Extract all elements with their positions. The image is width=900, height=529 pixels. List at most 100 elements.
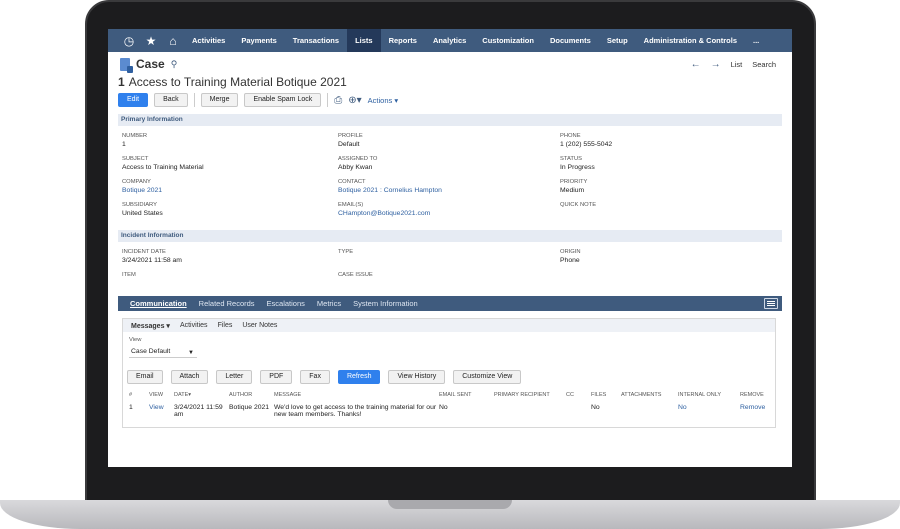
letter-button[interactable]: Letter (216, 370, 253, 384)
field-profile: Profile Default (338, 133, 363, 148)
column-files[interactable]: Files (591, 392, 621, 398)
tab-communication[interactable]: Communication (124, 296, 193, 311)
tab-activities[interactable]: Activities (176, 322, 212, 329)
home-icon[interactable]: ⌂ (162, 29, 184, 52)
email-link[interactable]: CHampton@Botique2021.com (338, 209, 560, 219)
tab-escalations[interactable]: Escalations (261, 296, 311, 311)
top-navigation: ◷ ★ ⌂ Activities Payments Transactions L… (108, 29, 792, 52)
column-message[interactable]: Message (274, 392, 439, 398)
column-date[interactable]: Date▾ (174, 392, 229, 398)
row-files: No (591, 404, 600, 411)
next-arrow-icon[interactable]: → (711, 59, 721, 70)
row-remove-link[interactable]: Remove (740, 404, 780, 418)
field-case-issue: Case Issue (338, 272, 373, 278)
field-incident-date: Incident Date 3/24/2021 11:58 am (122, 249, 182, 264)
nav-activities[interactable]: Activities (184, 29, 233, 52)
nav-lists[interactable]: Lists (347, 29, 381, 52)
row-cc (566, 404, 591, 418)
nav-documents[interactable]: Documents (542, 29, 599, 52)
tab-user-notes[interactable]: User Notes (238, 322, 281, 329)
incident-information-fields: Incident Date 3/24/2021 11:58 am Type Ori… (122, 248, 780, 294)
print-icon[interactable]: ⎙ (334, 95, 342, 106)
column-attachments[interactable]: Attachments (621, 392, 678, 398)
field-contact: Contact Botique 2021 : Cornelius Hampton (338, 178, 560, 201)
row-message: We'd love to get access to the training … (274, 404, 437, 418)
field-origin: Origin Phone (560, 249, 581, 264)
column-view[interactable]: View (149, 392, 174, 398)
column-primary-recipient[interactable]: Primary Recipient (494, 392, 566, 398)
contact-link[interactable]: Botique 2021 : Cornelius Hampton (338, 186, 560, 196)
enable-spam-lock-button[interactable]: Enable Spam Lock (244, 93, 322, 107)
previous-arrow-icon[interactable]: ← (691, 59, 701, 70)
field-status: Status In Progress (560, 156, 595, 171)
incident-information-header[interactable]: Incident Information (118, 230, 782, 242)
view-history-button[interactable]: View History (388, 370, 446, 384)
nav-administration[interactable]: Administration & Controls (636, 29, 745, 52)
communication-inner-tabs: Messages ▾ Activities Files User Notes (123, 319, 775, 332)
list-link[interactable]: List (731, 60, 743, 69)
column-remove[interactable]: Remove (740, 392, 780, 398)
row-recipient (494, 404, 566, 418)
tab-messages[interactable]: Messages ▾ (127, 322, 174, 330)
fax-button[interactable]: Fax (300, 370, 330, 384)
column-number[interactable]: # (129, 392, 149, 398)
field-priority: Priority Medium (560, 179, 588, 194)
nav-more[interactable]: ... (745, 29, 767, 52)
field-item: Item (122, 272, 136, 278)
nav-transactions[interactable]: Transactions (285, 29, 347, 52)
field-subsidiary: Subsidiary United States (122, 202, 163, 217)
actions-menu[interactable]: Actions ▾ (368, 96, 398, 105)
tab-system-information[interactable]: System Information (347, 296, 424, 311)
tab-metrics[interactable]: Metrics (311, 296, 347, 311)
communication-toolbar: Email Attach Letter PDF Fax Refresh View… (127, 370, 522, 384)
record-navigation: ← → List Search (691, 59, 776, 70)
attach-button[interactable]: Attach (170, 370, 209, 384)
column-cc[interactable]: CC (566, 392, 591, 398)
nav-analytics[interactable]: Analytics (425, 29, 474, 52)
tab-files[interactable]: Files (214, 322, 237, 329)
column-email-sent[interactable]: Email Sent (439, 392, 494, 398)
favorites-star-icon[interactable]: ★ (140, 29, 162, 52)
nav-reports[interactable]: Reports (381, 29, 425, 52)
nav-customization[interactable]: Customization (474, 29, 542, 52)
primary-information-fields: Number 1 Profile Default Phone 1 (202) 555-… (122, 132, 780, 224)
toolbar-divider (193, 93, 195, 107)
merge-button[interactable]: Merge (200, 93, 239, 107)
case-title: Access to Training Material Botique 2021 (128, 75, 347, 89)
new-record-icon[interactable]: ⊕▾ (348, 95, 361, 106)
communication-panel: Messages ▾ Activities Files User Notes V… (122, 318, 776, 428)
field-email: Email(s) CHampton@Botique2021.com (338, 201, 560, 224)
search-icon[interactable]: ⚲ (171, 59, 178, 70)
edit-button[interactable]: Edit (118, 93, 149, 107)
case-record-icon (120, 57, 133, 73)
recent-records-icon[interactable]: ◷ (118, 29, 140, 52)
row-internal-only[interactable]: No (678, 404, 740, 418)
view-select[interactable]: Case Default ▼ (129, 347, 197, 358)
primary-information-header[interactable]: Primary Information (118, 114, 782, 126)
field-quick-note: Quick Note (560, 202, 597, 208)
field-number: Number 1 (122, 133, 148, 148)
tab-related-records[interactable]: Related Records (193, 296, 261, 311)
customize-view-button[interactable]: Customize View (453, 370, 522, 384)
actions-label: Actions (367, 95, 393, 105)
nav-payments[interactable]: Payments (233, 29, 284, 52)
messages-table-header: # View Date▾ Author Message Email Sent P… (129, 392, 780, 398)
toolbar-divider (327, 93, 329, 107)
case-number: 1 (118, 75, 125, 89)
app-screen: ◷ ★ ⌂ Activities Payments Transactions L… (108, 29, 792, 467)
pdf-button[interactable]: PDF (260, 370, 293, 384)
chevron-down-icon: ▼ (188, 350, 194, 356)
row-attachments (621, 404, 678, 418)
search-link[interactable]: Search (752, 60, 776, 69)
nav-setup[interactable]: Setup (599, 29, 636, 52)
back-button[interactable]: Back (154, 93, 188, 107)
tab-menu-icon[interactable] (764, 298, 778, 309)
row-email-sent: No (439, 404, 448, 411)
page-title: 1 Access to Training Material Botique 202… (118, 75, 347, 89)
column-author[interactable]: Author (229, 392, 274, 398)
refresh-button[interactable]: Refresh (337, 370, 381, 384)
company-link[interactable]: Botique 2021 (122, 186, 338, 196)
row-view-link[interactable]: View (149, 404, 174, 418)
column-internal-only[interactable]: Internal Only (678, 392, 740, 398)
email-button[interactable]: Email (127, 370, 163, 384)
